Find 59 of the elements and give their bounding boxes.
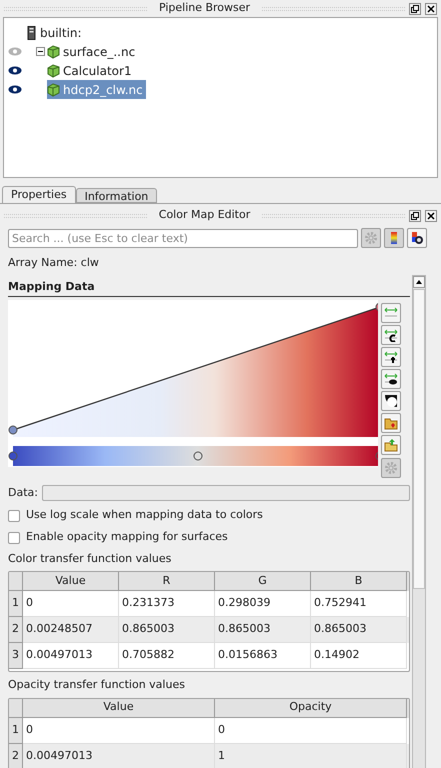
invert-icon bbox=[384, 394, 398, 408]
table-cell: 0.00497013 bbox=[23, 643, 119, 669]
edit-colors-icon bbox=[410, 231, 424, 245]
settings-icon bbox=[364, 231, 378, 245]
table-title: Color transfer function values bbox=[8, 550, 172, 566]
table-cell: 0.14902 bbox=[311, 643, 407, 669]
row-header[interactable]: 3 bbox=[9, 643, 23, 669]
time-range-button[interactable] bbox=[381, 347, 401, 367]
data-field[interactable] bbox=[42, 485, 410, 502]
cube-icon bbox=[47, 64, 60, 78]
table-title: Opacity transfer function values bbox=[8, 677, 186, 693]
table-cell: 1 bbox=[215, 744, 407, 768]
cube-icon bbox=[47, 44, 60, 58]
save-preset-icon bbox=[384, 416, 398, 430]
panel-title: Pipeline Browser bbox=[158, 0, 252, 16]
collapse-icon[interactable] bbox=[36, 47, 45, 56]
table-cell: 0.00497013 bbox=[23, 744, 215, 768]
tree-item[interactable]: surface_..nc bbox=[47, 42, 138, 61]
custom-range-icon bbox=[384, 328, 398, 342]
table-cell: 0.0156863 bbox=[215, 643, 311, 669]
panel-title: Color Map Editor bbox=[158, 207, 252, 224]
checkbox[interactable] bbox=[8, 510, 20, 522]
float-icon[interactable] bbox=[409, 210, 422, 222]
table-cell: 0.705882 bbox=[119, 643, 215, 669]
tab[interactable]: Information bbox=[76, 188, 158, 203]
save-preset-button[interactable] bbox=[381, 413, 401, 433]
tree-item[interactable]: Calculator1 bbox=[47, 61, 135, 80]
search-field[interactable]: Search ... (use Esc to clear text) bbox=[8, 228, 358, 248]
advanced-settings-icon bbox=[384, 461, 398, 475]
color-legend-button[interactable] bbox=[384, 228, 404, 248]
cube-icon bbox=[47, 82, 60, 96]
invert-button[interactable] bbox=[381, 391, 401, 411]
eye-icon[interactable] bbox=[8, 85, 22, 94]
float-icon[interactable] bbox=[409, 2, 421, 14]
load-preset-icon bbox=[384, 438, 398, 452]
server-icon bbox=[26, 26, 37, 40]
section-heading: Mapping Data bbox=[8, 278, 410, 297]
close-icon[interactable] bbox=[425, 2, 437, 14]
tree-item[interactable]: builtin: bbox=[26, 23, 85, 42]
scrollbar[interactable] bbox=[412, 275, 426, 768]
data-label: Data: bbox=[8, 485, 38, 501]
custom-range-button[interactable] bbox=[381, 325, 401, 345]
row-header[interactable]: 2 bbox=[9, 744, 23, 768]
checkbox-label: Enable opacity mapping for surfaces bbox=[26, 529, 228, 546]
row-header[interactable]: 1 bbox=[9, 718, 23, 744]
checkbox[interactable] bbox=[8, 532, 20, 544]
edit-colors-button[interactable] bbox=[407, 228, 427, 248]
tab[interactable]: Properties bbox=[2, 186, 76, 203]
row-header[interactable]: 1 bbox=[9, 591, 23, 617]
array-name-label: Array Name: clw bbox=[8, 255, 100, 271]
row-header[interactable]: 2 bbox=[9, 617, 23, 643]
visible-range-icon bbox=[384, 372, 398, 386]
time-range-icon bbox=[384, 350, 398, 364]
load-preset-button[interactable] bbox=[381, 435, 401, 455]
scroll-up-icon[interactable] bbox=[413, 276, 425, 288]
checkbox-label: Use log scale when mapping data to colors bbox=[26, 507, 263, 524]
eye-icon[interactable] bbox=[8, 66, 22, 75]
visible-range-button[interactable] bbox=[381, 369, 401, 389]
close-icon[interactable] bbox=[425, 210, 438, 222]
